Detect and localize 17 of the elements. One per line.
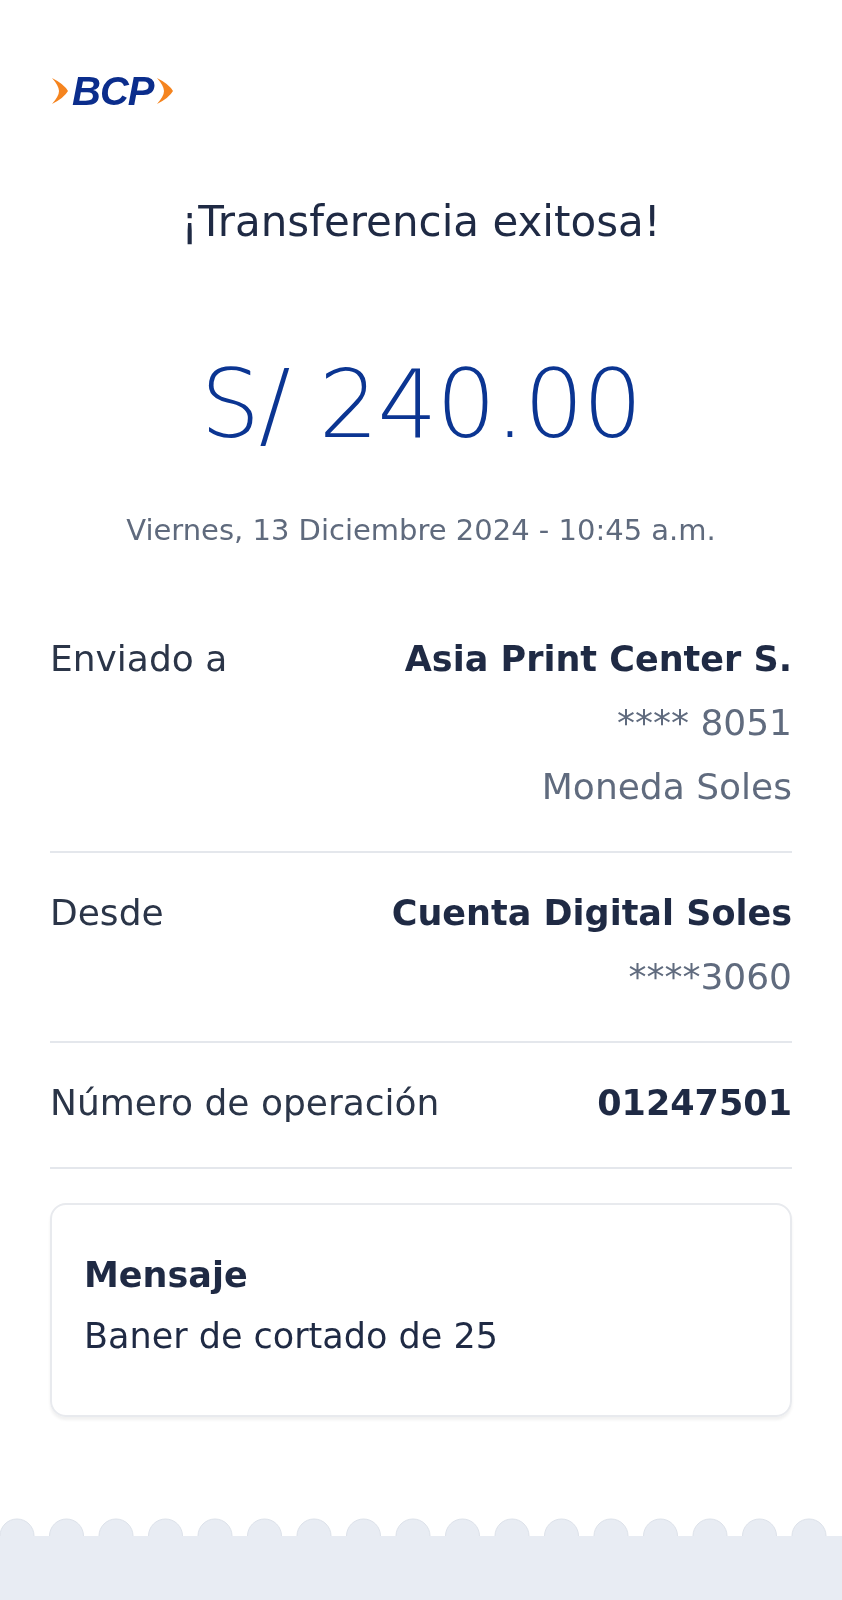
detail-value: **** 8051 xyxy=(616,701,792,746)
detail-label: Número de operación xyxy=(50,1081,440,1126)
amount: S/ 240.00 xyxy=(199,358,643,453)
detail-value: Cuenta Digital Soles xyxy=(391,892,792,936)
detail-value: 01247501 xyxy=(597,1082,792,1126)
chevron-icon xyxy=(155,76,176,106)
detail-label: Enviado a xyxy=(50,637,228,682)
message-title: Mensaje xyxy=(84,1254,249,1298)
date-time: Viernes, 13 Diciembre 2024 - 10:45 a.m. xyxy=(125,513,717,548)
detail-value: Asia Print Center S. xyxy=(404,638,792,682)
chevron-icon xyxy=(50,76,70,106)
success-title: ¡Transferencia exitosa! xyxy=(180,197,662,248)
detail-value: ****3060 xyxy=(628,955,792,1000)
detail-value: Moneda Soles xyxy=(541,765,792,810)
bank-logo: BCP xyxy=(72,71,154,111)
message-text: Baner de cortado de 25 xyxy=(84,1315,499,1359)
detail-label: Desde xyxy=(50,891,164,936)
